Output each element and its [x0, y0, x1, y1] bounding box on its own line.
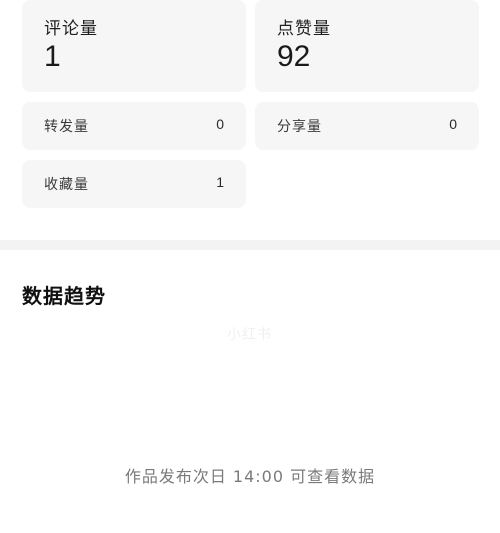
watermark: 小红书	[227, 327, 272, 343]
data-availability-notice: 作品发布次日 14:00 可查看数据	[124, 467, 376, 486]
shares-label: 分享量	[277, 119, 322, 135]
reposts-value: 0	[216, 116, 224, 132]
comments-value: 1	[44, 40, 61, 73]
favorites-card: 收藏量 1	[22, 160, 246, 208]
reposts-label: 转发量	[44, 119, 89, 135]
comments-label: 评论量	[44, 19, 98, 39]
reposts-card: 转发量 0	[22, 102, 246, 150]
stats-panel: 评论量 1 点赞量 92 转发量 0 分享量 0 收藏量 1	[0, 0, 500, 240]
likes-label: 点赞量	[277, 19, 331, 39]
likes-value: 92	[277, 40, 311, 73]
favorites-value: 1	[216, 174, 224, 190]
section-divider	[0, 240, 500, 250]
trend-title: 数据趋势	[22, 284, 106, 308]
comments-card: 评论量 1	[22, 0, 246, 92]
shares-card: 分享量 0	[255, 102, 479, 150]
likes-card: 点赞量 92	[255, 0, 479, 92]
favorites-label: 收藏量	[44, 177, 89, 193]
shares-value: 0	[449, 116, 457, 132]
